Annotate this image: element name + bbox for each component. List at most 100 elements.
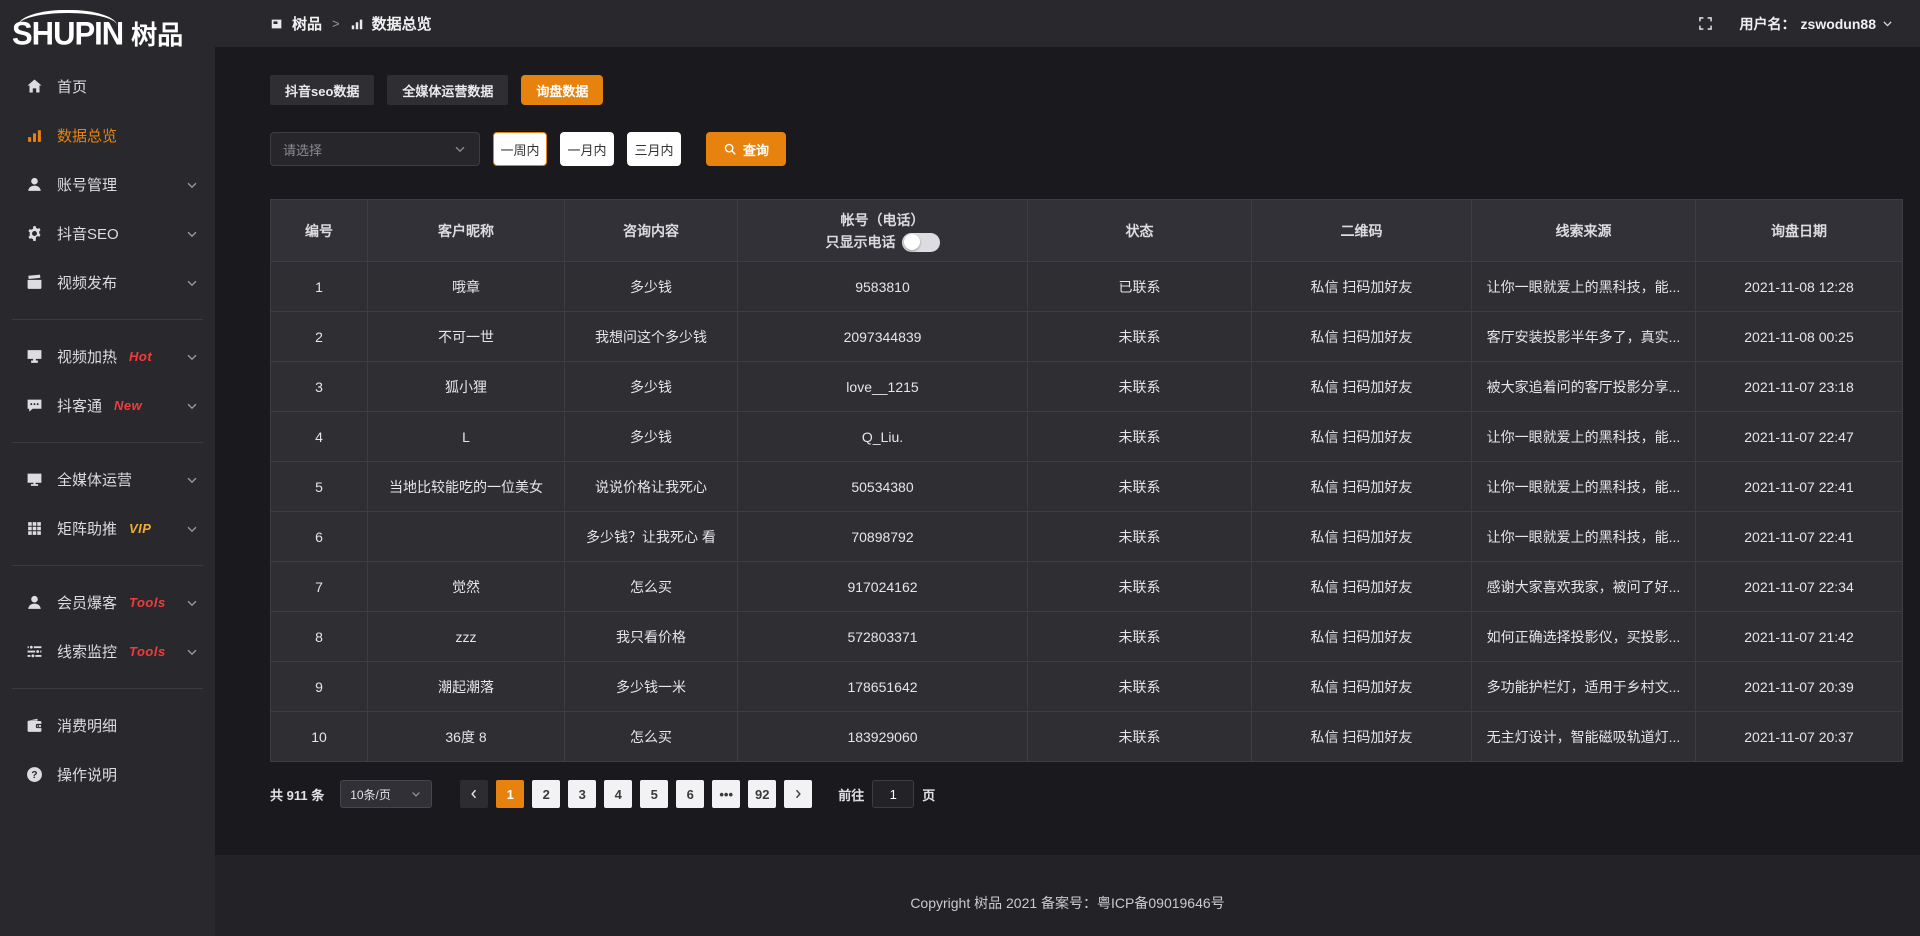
svg-text:?: ?	[31, 770, 37, 781]
app-square-icon	[270, 17, 284, 31]
cell-nickname: zzz	[368, 612, 565, 662]
chevron-down-icon	[410, 788, 422, 800]
cell-lead-source-link[interactable]: 让你一眼就爱上的黑科技，能...	[1472, 462, 1696, 512]
cell-lead-source-link[interactable]: 让你一眼就爱上的黑科技，能...	[1472, 512, 1696, 562]
col-header-content: 咨询内容	[565, 200, 738, 262]
sidebar-item-account-management[interactable]: 账号管理	[0, 160, 215, 209]
cell-lead-source-link[interactable]: 让你一眼就爱上的黑科技，能...	[1472, 262, 1696, 312]
cell-content: 我想问这个多少钱	[565, 312, 738, 362]
cell-lead-source-link[interactable]: 多功能护栏灯，适用于乡村文...	[1472, 662, 1696, 712]
page-button-92[interactable]: 92	[748, 780, 776, 808]
sidebar-item-label: 操作说明	[57, 764, 117, 785]
cell-qrcode-link[interactable]: 私信 扫码加好友	[1252, 512, 1472, 562]
sidebar-item-data-overview[interactable]: 数据总览	[0, 111, 215, 160]
bar-chart-icon	[350, 17, 364, 31]
cell-lead-source-link[interactable]: 无主灯设计，智能磁吸轨道灯...	[1472, 712, 1696, 762]
cell-lead-source-link[interactable]: 被大家追着问的客厅投影分享...	[1472, 362, 1696, 412]
page-size-select[interactable]: 10条/页	[340, 780, 432, 808]
cell-qrcode-link[interactable]: 私信 扫码加好友	[1252, 462, 1472, 512]
sidebar-item-home[interactable]: 首页	[0, 62, 215, 111]
next-page-button[interactable]	[784, 780, 812, 808]
cell-lead-source-link[interactable]: 感谢大家喜欢我家，被问了好...	[1472, 562, 1696, 612]
cell-qrcode-link[interactable]: 私信 扫码加好友	[1252, 362, 1472, 412]
page-button-2[interactable]: 2	[532, 780, 560, 808]
sidebar-item-spend-details[interactable]: 消费明细	[0, 701, 215, 750]
cell-qrcode-link[interactable]: 私信 扫码加好友	[1252, 662, 1472, 712]
cell-status: 未联系	[1028, 512, 1252, 562]
user-menu[interactable]: 用户名： zswodun88	[1740, 14, 1894, 34]
inquiry-table: 编号 客户昵称 咨询内容 帐号（电话） 只显示电话 状态 二维码 线索来源	[270, 199, 1903, 762]
tab-omnimedia-data[interactable]: 全媒体运营数据	[387, 75, 508, 105]
cell-lead-source-link[interactable]: 如何正确选择投影仪，买投影...	[1472, 612, 1696, 662]
sidebar-item-instructions[interactable]: ? 操作说明	[0, 750, 215, 799]
cell-account: love__1215	[738, 362, 1028, 412]
col-header-account: 帐号（电话） 只显示电话	[738, 200, 1028, 262]
chevron-down-icon	[185, 350, 199, 364]
sidebar-item-label: 线索监控	[57, 641, 117, 662]
menu-divider	[12, 442, 203, 443]
search-icon	[723, 142, 737, 156]
filter-bar: 请选择 一周内 一月内 三月内 查询	[270, 132, 1900, 166]
clapperboard-icon	[26, 274, 43, 291]
screen-icon	[26, 348, 43, 365]
phone-only-toggle[interactable]	[902, 233, 940, 252]
cell-qrcode-link[interactable]: 私信 扫码加好友	[1252, 562, 1472, 612]
cell-lead-source-link[interactable]: 让你一眼就爱上的黑科技，能...	[1472, 412, 1696, 462]
chevron-down-icon	[185, 178, 199, 192]
goto-page-suffix: 页	[922, 785, 935, 804]
sidebar-item-matrix-boost[interactable]: 矩阵助推 VIP	[0, 504, 215, 553]
cell-id: 8	[271, 612, 368, 662]
page-button-4[interactable]: 4	[604, 780, 632, 808]
username-label: 用户名：	[1740, 14, 1796, 34]
app-logo[interactable]: SHUPIN 树品	[0, 0, 215, 52]
cell-inquiry-date: 2021-11-08 12:28	[1696, 262, 1903, 312]
table-row: 1 哦章 多少钱 9583810 已联系 私信 扫码加好友 让你一眼就爱上的黑科…	[271, 262, 1903, 312]
period-week-button[interactable]: 一周内	[493, 132, 547, 166]
cell-account: Q_Liu.	[738, 412, 1028, 462]
cell-status: 未联系	[1028, 362, 1252, 412]
period-month-button[interactable]: 一月内	[560, 132, 614, 166]
period-quarter-button[interactable]: 三月内	[627, 132, 681, 166]
sidebar-item-video-publish[interactable]: 视频发布	[0, 258, 215, 307]
cell-account: 9583810	[738, 262, 1028, 312]
sidebar-item-label: 视频发布	[57, 272, 117, 293]
sidebar-item-omnimedia[interactable]: 全媒体运营	[0, 455, 215, 504]
col-header-qrcode: 二维码	[1252, 200, 1472, 262]
cell-status: 未联系	[1028, 462, 1252, 512]
sidebar-item-label: 视频加热	[57, 346, 117, 367]
sidebar-item-doutong[interactable]: 抖客通 New	[0, 381, 215, 430]
sidebar-item-member-leads[interactable]: 会员爆客 Tools	[0, 578, 215, 627]
sidebar-item-douyin-seo[interactable]: 抖音SEO	[0, 209, 215, 258]
sidebar-item-video-heating[interactable]: 视频加热 Hot	[0, 332, 215, 381]
pagination: 共 911 条 10条/页 1 2 3 4 5 6 ••• 92 前往 页	[270, 780, 1900, 808]
cell-qrcode-link[interactable]: 私信 扫码加好友	[1252, 712, 1472, 762]
sidebar-item-label: 矩阵助推	[57, 518, 117, 539]
fullscreen-icon[interactable]	[1697, 15, 1714, 32]
chevron-down-icon	[185, 645, 199, 659]
cell-lead-source-link[interactable]: 客厅安装投影半年多了，真实...	[1472, 312, 1696, 362]
tab-inquiry-data[interactable]: 询盘数据	[521, 75, 603, 105]
cell-id: 7	[271, 562, 368, 612]
breadcrumb-root[interactable]: 树品	[292, 13, 322, 34]
page-button-1[interactable]: 1	[496, 780, 524, 808]
cell-inquiry-date: 2021-11-07 20:37	[1696, 712, 1903, 762]
col-header-account-title: 帐号（电话）	[748, 209, 1017, 233]
tab-douyin-seo-data[interactable]: 抖音seo数据	[270, 75, 374, 105]
cell-qrcode-link[interactable]: 私信 扫码加好友	[1252, 312, 1472, 362]
cell-inquiry-date: 2021-11-07 23:18	[1696, 362, 1903, 412]
account-select[interactable]: 请选择	[270, 132, 480, 166]
goto-page-input[interactable]	[872, 780, 914, 808]
sidebar-item-lead-monitoring[interactable]: 线索监控 Tools	[0, 627, 215, 676]
cell-qrcode-link[interactable]: 私信 扫码加好友	[1252, 262, 1472, 312]
cell-inquiry-date: 2021-11-07 22:41	[1696, 512, 1903, 562]
prev-page-button[interactable]	[460, 780, 488, 808]
cell-qrcode-link[interactable]: 私信 扫码加好友	[1252, 612, 1472, 662]
query-button[interactable]: 查询	[706, 132, 786, 166]
page-ellipsis-button[interactable]: •••	[712, 780, 740, 808]
cell-nickname: L	[368, 412, 565, 462]
user-icon	[26, 176, 43, 193]
page-button-3[interactable]: 3	[568, 780, 596, 808]
page-button-5[interactable]: 5	[640, 780, 668, 808]
cell-qrcode-link[interactable]: 私信 扫码加好友	[1252, 412, 1472, 462]
page-button-6[interactable]: 6	[676, 780, 704, 808]
